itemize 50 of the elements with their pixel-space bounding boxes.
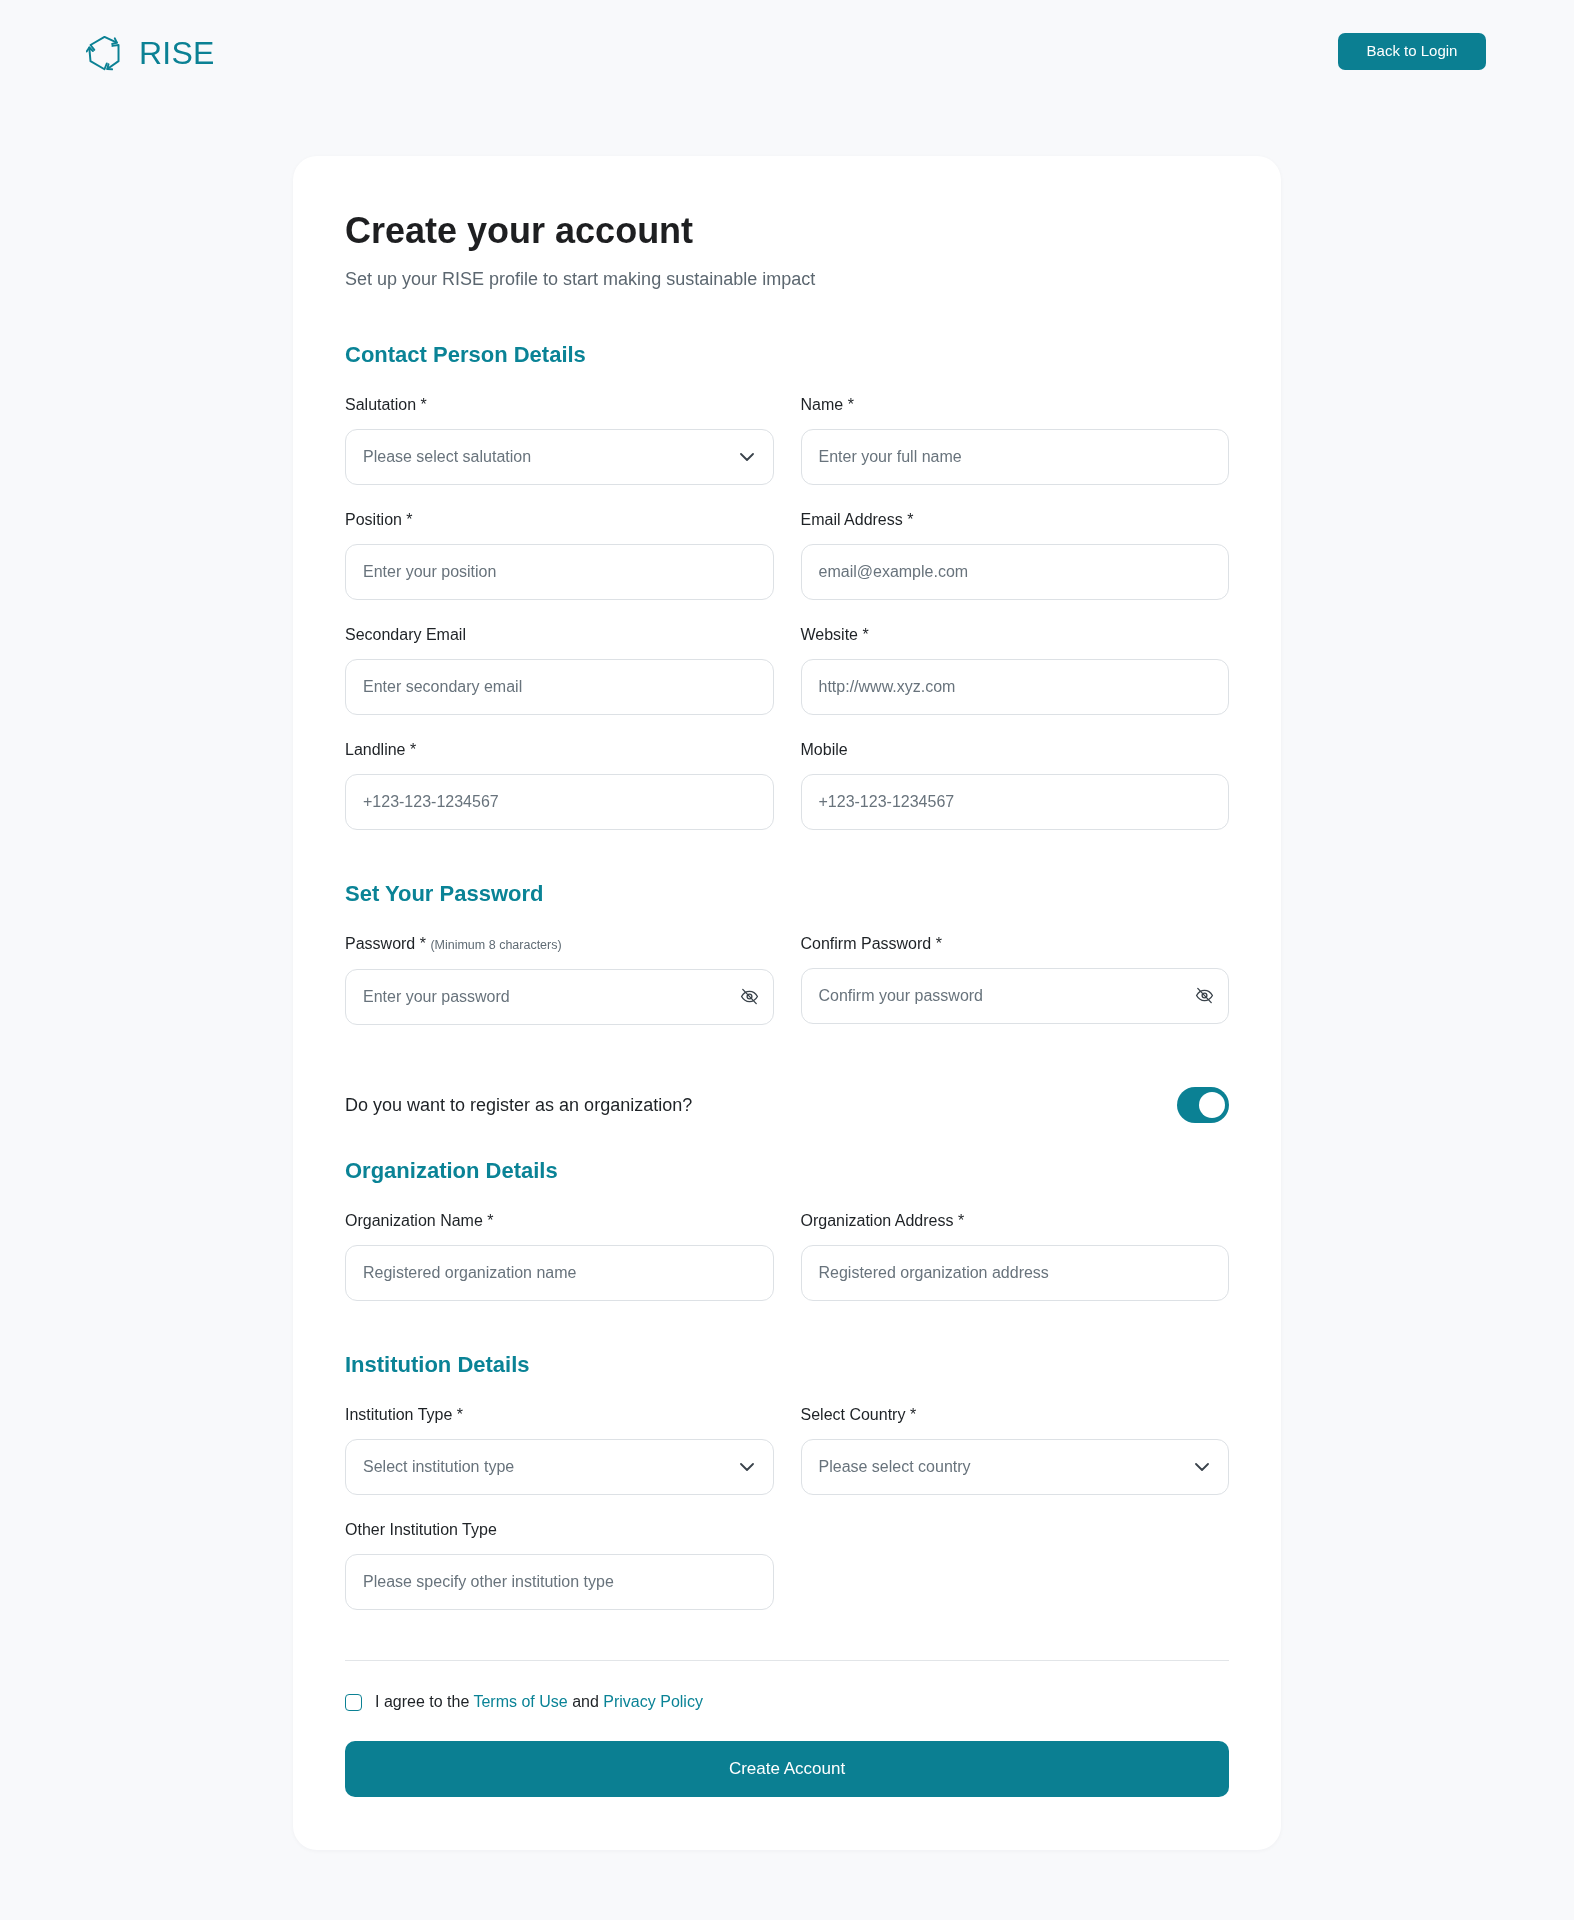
- create-account-button[interactable]: Create Account: [345, 1741, 1229, 1797]
- field-label: Confirm Password *: [800, 934, 943, 954]
- text-field[interactable]: Please specify other institution type: [345, 1554, 774, 1610]
- field-label: Password * (Minimum 8 characters): [345, 934, 563, 954]
- policy-link[interactable]: Privacy Policy: [603, 1693, 703, 1710]
- policy-link[interactable]: Terms of Use: [473, 1693, 568, 1710]
- eye-slash-icon[interactable]: [739, 987, 759, 1006]
- field-label: Landline *: [345, 740, 418, 760]
- terms-text: I agree to the Terms of Use and Privacy Policy: [375, 1692, 703, 1712]
- field-label: Salutation *: [345, 395, 428, 415]
- text-field[interactable]: Enter secondary email: [345, 659, 774, 715]
- section-heading: Contact Person Details: [345, 341, 587, 369]
- select-field[interactable]: Please select country: [800, 1439, 1229, 1495]
- text-field[interactable]: +123-123-1234567: [800, 774, 1229, 830]
- text-field[interactable]: http://www.xyz.com: [800, 659, 1229, 715]
- field-label: Mobile: [800, 740, 849, 760]
- chevron-down-icon: [1195, 1463, 1209, 1471]
- logo-text: RISE: [139, 36, 215, 69]
- section-heading: Set Your Password: [345, 880, 545, 908]
- section-heading: Institution Details: [345, 1351, 531, 1379]
- field-label: Institution Type *: [345, 1405, 464, 1425]
- text-field[interactable]: email@example.com: [800, 544, 1229, 600]
- page-subtitle: Set up your RISE profile to start making sustainable impact: [345, 268, 817, 291]
- text-field[interactable]: +123-123-1234567: [345, 774, 774, 830]
- text-field[interactable]: Enter your position: [345, 544, 774, 600]
- chevron-down-icon: [739, 453, 754, 461]
- field-label: Other Institution Type: [345, 1520, 498, 1540]
- password-field[interactable]: Confirm your password: [800, 968, 1229, 1024]
- page-title: Create your account: [345, 210, 695, 252]
- chevron-down-icon: [739, 1463, 754, 1471]
- field-label: Website *: [800, 625, 870, 645]
- field-label: Name *: [800, 395, 855, 415]
- back-to-login-button[interactable]: Back to Login: [1338, 33, 1486, 70]
- field-label: Secondary Email: [345, 625, 467, 645]
- text-field[interactable]: Registered organization name: [345, 1245, 774, 1301]
- checkbox[interactable]: [345, 1693, 362, 1711]
- field-label: Select Country *: [800, 1405, 918, 1425]
- eye-slash-icon[interactable]: [1195, 986, 1214, 1005]
- field-label: Organization Address *: [800, 1211, 966, 1231]
- section-heading: Organization Details: [345, 1157, 559, 1185]
- select-field[interactable]: Select institution type: [345, 1439, 774, 1495]
- text-field[interactable]: Registered organization address: [800, 1245, 1229, 1301]
- field-label: Position *: [345, 510, 414, 530]
- text-field[interactable]: Enter your full name: [800, 429, 1229, 485]
- password-field[interactable]: Enter your password: [345, 969, 774, 1025]
- field-label: Organization Name *: [345, 1211, 495, 1231]
- toggle-label: Do you want to register as an organization?: [345, 1094, 693, 1117]
- select-field[interactable]: Please select salutation: [345, 429, 774, 485]
- toggle-switch[interactable]: [1177, 1087, 1229, 1123]
- field-label: Email Address *: [800, 510, 915, 530]
